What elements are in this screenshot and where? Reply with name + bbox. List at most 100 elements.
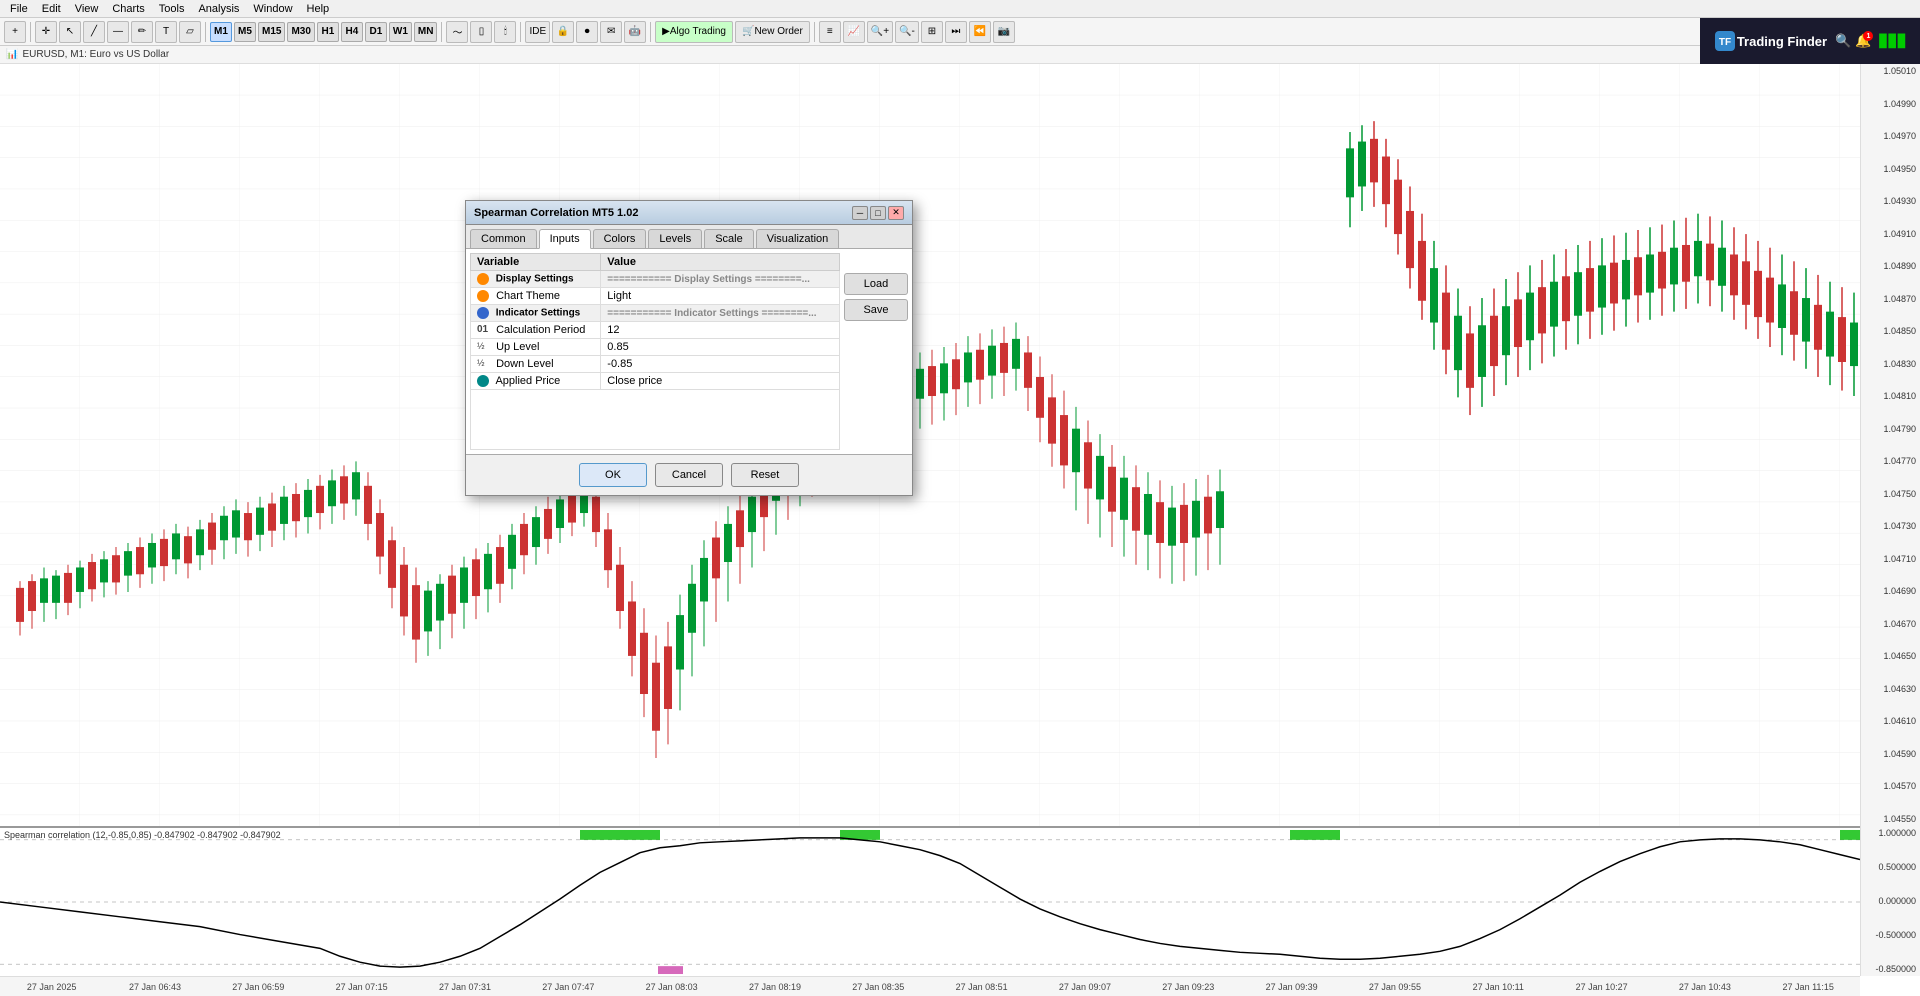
tf-m5[interactable]: M5 — [234, 22, 256, 42]
ide-btn[interactable]: IDE — [525, 21, 550, 43]
row-icon — [477, 290, 489, 302]
search-icon[interactable]: 🔍 — [1835, 33, 1851, 49]
load-button[interactable]: Load — [844, 273, 908, 295]
camera-btn[interactable]: 📷 — [993, 21, 1015, 43]
line-btn[interactable]: ╱ — [83, 21, 105, 43]
menu-help[interactable]: Help — [301, 2, 336, 16]
table-row[interactable]: Display Settings =========== Display Set… — [471, 271, 840, 288]
tab-inputs[interactable]: Inputs — [539, 229, 591, 249]
price-scale: 1.05010 1.04990 1.04970 1.04950 1.04930 … — [1860, 64, 1920, 826]
menu-tools[interactable]: Tools — [153, 2, 191, 16]
table-row[interactable]: 01 Calculation Period 12 — [471, 322, 840, 339]
table-row[interactable]: Applied Price Close price — [471, 373, 840, 390]
sep4 — [520, 22, 521, 42]
notification-icon[interactable]: 🔔1 — [1855, 33, 1871, 49]
tf-h4[interactable]: H4 — [341, 22, 363, 42]
status-bars: ▊▊▊ — [1879, 34, 1907, 48]
sep1 — [30, 22, 31, 42]
email-btn[interactable]: ✉ — [600, 21, 622, 43]
save-button[interactable]: Save — [844, 299, 908, 321]
tf-w1[interactable]: W1 — [389, 22, 412, 42]
table-row[interactable]: Indicator Settings =========== Indicator… — [471, 305, 840, 322]
tab-common[interactable]: Common — [470, 229, 537, 248]
tab-visualization[interactable]: Visualization — [756, 229, 840, 248]
tf-m15[interactable]: M15 — [258, 22, 285, 42]
minimize-button[interactable]: ─ — [852, 206, 868, 220]
variable-value: Light — [601, 288, 840, 305]
forward-btn[interactable]: ⏭ — [945, 21, 967, 43]
algo-trading-btn[interactable]: ▶ Algo Trading — [655, 21, 733, 43]
crosshair-btn[interactable]: ✛ — [35, 21, 57, 43]
dialog-tabs: Common Inputs Colors Levels Scale Visual… — [466, 225, 912, 249]
menu-window[interactable]: Window — [247, 2, 298, 16]
price-label: 1.04990 — [1863, 99, 1918, 109]
close-button[interactable]: ✕ — [888, 206, 904, 220]
osc-level: -0.500000 — [1863, 930, 1918, 940]
price-label: 1.04550 — [1863, 814, 1918, 824]
time-label: 27 Jan 07:47 — [517, 982, 620, 992]
zoom-in-btn[interactable]: 🔍+ — [867, 21, 893, 43]
tf-mn[interactable]: MN — [414, 22, 438, 42]
hline-btn[interactable]: — — [107, 21, 129, 43]
time-label: 27 Jan 08:03 — [620, 982, 723, 992]
bar-chart-btn[interactable]: ▯ — [470, 21, 492, 43]
price-label: 1.04590 — [1863, 749, 1918, 759]
price-label: 1.04730 — [1863, 521, 1918, 531]
back-btn[interactable]: ⏪ — [969, 21, 991, 43]
tf-d1[interactable]: D1 — [365, 22, 387, 42]
menu-analysis[interactable]: Analysis — [192, 2, 245, 16]
tab-scale[interactable]: Scale — [704, 229, 754, 248]
price-label: 1.04950 — [1863, 164, 1918, 174]
variable-value: Close price — [601, 373, 840, 390]
price-label: 1.04710 — [1863, 554, 1918, 564]
shapes-btn[interactable]: ▱ — [179, 21, 201, 43]
menu-file[interactable]: File — [4, 2, 34, 16]
text-btn[interactable]: T — [155, 21, 177, 43]
table-row[interactable]: ½ Up Level 0.85 — [471, 339, 840, 356]
osc-price-scale: 1.000000 0.500000 0.000000 -0.500000 -0.… — [1860, 826, 1920, 976]
inputs-table: Variable Value Display Settings ========… — [470, 253, 840, 390]
table-row[interactable]: Chart Theme Light — [471, 288, 840, 305]
dialog-controls: ─ □ ✕ — [852, 206, 904, 220]
price-label: 1.04830 — [1863, 359, 1918, 369]
lock-btn[interactable]: 🔒 — [552, 21, 574, 43]
tab-colors[interactable]: Colors — [593, 229, 647, 248]
price-label: 1.04870 — [1863, 294, 1918, 304]
new-order-btn[interactable]: 🛒 New Order — [735, 21, 810, 43]
variable-value: 12 — [601, 322, 840, 339]
osc-label: Spearman correlation (12,-0.85,0.85) -0.… — [4, 830, 281, 840]
time-label: 27 Jan 08:19 — [723, 982, 826, 992]
oscillator-svg — [0, 828, 1860, 976]
menu-view[interactable]: View — [69, 2, 105, 16]
chart-up-btn[interactable]: 📈 — [843, 21, 865, 43]
robot-btn[interactable]: 🤖 — [624, 21, 646, 43]
time-label: 27 Jan 06:43 — [103, 982, 206, 992]
tab-levels[interactable]: Levels — [648, 229, 702, 248]
candle-btn[interactable]: 🕯 — [494, 21, 516, 43]
osc-level: 1.000000 — [1863, 828, 1918, 838]
tf-h1[interactable]: H1 — [317, 22, 339, 42]
maximize-button[interactable]: □ — [870, 206, 886, 220]
main-chart — [0, 64, 1860, 826]
depth-btn[interactable]: ≡ — [819, 21, 841, 43]
col-value: Value — [601, 254, 840, 271]
record-btn[interactable]: ⏺ — [576, 21, 598, 43]
menu-edit[interactable]: Edit — [36, 2, 67, 16]
line-chart-btn[interactable]: 〜 — [446, 21, 468, 43]
ok-button[interactable]: OK — [579, 463, 647, 487]
time-label: 27 Jan 11:15 — [1757, 982, 1860, 992]
zoom-out-btn[interactable]: 🔍- — [895, 21, 919, 43]
time-label: 27 Jan 09:39 — [1240, 982, 1343, 992]
pen-btn[interactable]: ✏ — [131, 21, 153, 43]
arrow-btn[interactable]: ↖ — [59, 21, 81, 43]
variable-name: Display Settings — [496, 274, 574, 285]
cancel-button[interactable]: Cancel — [655, 463, 723, 487]
tf-m1[interactable]: M1 — [210, 22, 232, 42]
new-chart-btn[interactable]: + — [4, 21, 26, 43]
table-row[interactable]: ½ Down Level -0.85 — [471, 356, 840, 373]
reset-button[interactable]: Reset — [731, 463, 799, 487]
dialog-title: Spearman Correlation MT5 1.02 — [474, 207, 638, 219]
menu-charts[interactable]: Charts — [106, 2, 150, 16]
grid-btn[interactable]: ⊞ — [921, 21, 943, 43]
tf-m30[interactable]: M30 — [287, 22, 314, 42]
